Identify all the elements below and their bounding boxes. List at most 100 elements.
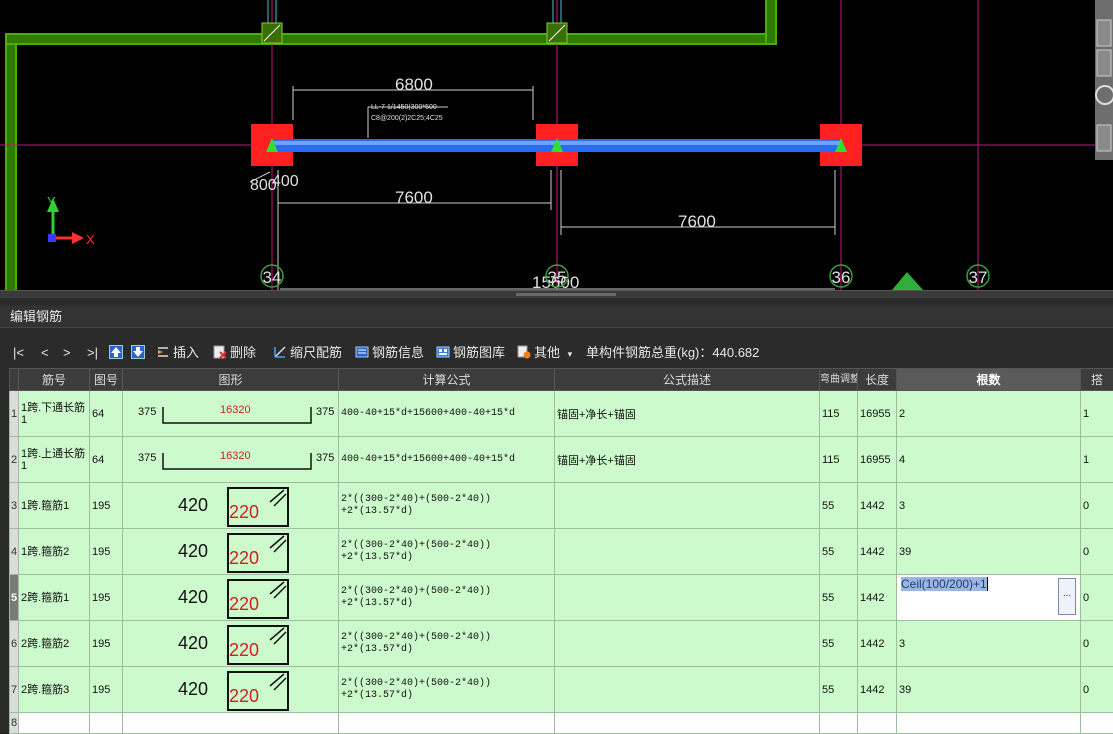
bend-adjust-cell[interactable]: 55	[820, 621, 858, 667]
header-count[interactable]: 根数	[897, 369, 1081, 391]
bend-adjust-cell[interactable]: 55	[820, 667, 858, 713]
length-cell[interactable]: 1442	[858, 667, 897, 713]
figure-no-cell[interactable]: 64	[90, 391, 123, 437]
empty-cell[interactable]	[90, 713, 123, 734]
bar-name-cell[interactable]: 2跨.箍筋2	[19, 621, 90, 667]
description-cell[interactable]: 锚固+净长+锚固	[555, 437, 820, 483]
description-cell[interactable]: 锚固+净长+锚固	[555, 391, 820, 437]
bend-adjust-cell[interactable]: 55	[820, 483, 858, 529]
table-row[interactable]: 4 1跨.箍筋2 195 420 220 2*((300-2*40)+(500-…	[10, 529, 1113, 575]
figure-no-cell[interactable]: 195	[90, 667, 123, 713]
formula-cell[interactable]: 2*((300-2*40)+(500-2*40)) +2*(13.57*d)	[339, 575, 555, 621]
bar-name-cell[interactable]: 2跨.箍筋3	[19, 667, 90, 713]
formula-cell[interactable]: 400-40+15*d+15600+400-40+15*d	[339, 437, 555, 483]
move-up-button[interactable]	[109, 343, 126, 363]
empty-cell[interactable]	[1081, 713, 1113, 734]
description-cell[interactable]	[555, 621, 820, 667]
description-cell[interactable]	[555, 529, 820, 575]
empty-cell[interactable]	[123, 713, 339, 734]
last-record-button[interactable]: >|	[87, 343, 98, 363]
formula-cell[interactable]: 400-40+15*d+15600+400-40+15*d	[339, 391, 555, 437]
lap-cell[interactable]: 0	[1081, 529, 1113, 575]
figure-no-cell[interactable]: 195	[90, 529, 123, 575]
row-number[interactable]: 1	[10, 391, 19, 437]
empty-cell[interactable]	[339, 713, 555, 734]
next-record-button[interactable]: >	[63, 343, 71, 363]
header-formula[interactable]: 计算公式	[339, 369, 555, 391]
row-number[interactable]: 8	[10, 713, 19, 734]
count-cell[interactable]: 3	[897, 621, 1081, 667]
lap-cell[interactable]: 0	[1081, 621, 1113, 667]
row-number[interactable]: 6	[10, 621, 19, 667]
table-row[interactable]: 2 1跨.上通长筋1 64 375 16320 375 400-40+15*d+…	[10, 437, 1113, 483]
header-shape[interactable]: 图形	[123, 369, 339, 391]
lap-cell[interactable]: 0	[1081, 667, 1113, 713]
bend-adjust-cell[interactable]: 55	[820, 575, 858, 621]
lap-cell[interactable]: 1	[1081, 391, 1113, 437]
row-number[interactable]: 5	[10, 575, 19, 621]
figure-no-cell[interactable]: 195	[90, 483, 123, 529]
length-cell[interactable]: 1442	[858, 621, 897, 667]
table-row[interactable]: 1 1跨.下通长筋1 64 375 16320 375 400-40+15*d+…	[10, 391, 1113, 437]
count-cell[interactable]: 39	[897, 529, 1081, 575]
description-cell[interactable]	[555, 483, 820, 529]
rebar-info-button[interactable]: 钢筋信息	[355, 343, 424, 363]
lap-cell[interactable]: 0	[1081, 483, 1113, 529]
view-cube-toolbar[interactable]	[1095, 0, 1113, 160]
length-cell[interactable]: 1442	[858, 529, 897, 575]
empty-cell[interactable]	[820, 713, 858, 734]
shape-cell[interactable]: 375 16320 375	[123, 437, 339, 483]
formula-cell[interactable]: 2*((300-2*40)+(500-2*40)) +2*(13.57*d)	[339, 621, 555, 667]
bar-name-cell[interactable]: 1跨.箍筋2	[19, 529, 90, 575]
bar-name-cell[interactable]: 2跨.箍筋1	[19, 575, 90, 621]
bend-adjust-cell[interactable]: 115	[820, 391, 858, 437]
empty-cell[interactable]	[858, 713, 897, 734]
header-description[interactable]: 公式描述	[555, 369, 820, 391]
description-cell[interactable]	[555, 575, 820, 621]
scale-rebar-button[interactable]: 缩尺配筋	[273, 343, 342, 363]
header-lap[interactable]: 搭	[1081, 369, 1113, 391]
header-bend-adjust[interactable]: 弯曲调整	[820, 369, 858, 391]
row-number[interactable]: 4	[10, 529, 19, 575]
row-number[interactable]: 3	[10, 483, 19, 529]
lap-cell[interactable]: 0	[1081, 575, 1113, 621]
count-cell[interactable]: 39	[897, 667, 1081, 713]
count-cell-editing[interactable]: Ceil(100/200)+1 ...	[897, 575, 1081, 621]
bar-name-cell[interactable]: 1跨.下通长筋1	[19, 391, 90, 437]
insert-button[interactable]: 插入	[156, 343, 199, 363]
figure-no-cell[interactable]: 64	[90, 437, 123, 483]
count-cell[interactable]: 4	[897, 437, 1081, 483]
row-number[interactable]: 7	[10, 667, 19, 713]
length-cell[interactable]: 1442	[858, 483, 897, 529]
cad-canvas[interactable]: 6800 800 400 7600 7600 15600 LL-7 1/1450…	[0, 0, 1113, 290]
figure-no-cell[interactable]: 195	[90, 621, 123, 667]
figure-no-cell[interactable]: 195	[90, 575, 123, 621]
move-down-button[interactable]	[131, 343, 148, 363]
formula-edit-button[interactable]: ...	[1058, 578, 1076, 615]
shape-cell[interactable]: 420 220	[123, 575, 339, 621]
lap-cell[interactable]: 1	[1081, 437, 1113, 483]
table-row-empty[interactable]: 8	[10, 713, 1113, 734]
count-cell[interactable]: 2	[897, 391, 1081, 437]
prev-record-button[interactable]: <	[41, 343, 49, 363]
table-row[interactable]: 3 1跨.箍筋1 195 420 220 2*((300-2*40)+(500-…	[10, 483, 1113, 529]
bar-name-cell[interactable]: 1跨.箍筋1	[19, 483, 90, 529]
bend-adjust-cell[interactable]: 115	[820, 437, 858, 483]
header-length[interactable]: 长度	[858, 369, 897, 391]
count-cell[interactable]: 3	[897, 483, 1081, 529]
empty-cell[interactable]	[19, 713, 90, 734]
length-cell[interactable]: 1442	[858, 575, 897, 621]
formula-cell[interactable]: 2*((300-2*40)+(500-2*40)) +2*(13.57*d)	[339, 667, 555, 713]
table-row[interactable]: 7 2跨.箍筋3 195 420 220 2*((300-2*40)+(500-…	[10, 667, 1113, 713]
empty-cell[interactable]	[897, 713, 1081, 734]
shape-cell[interactable]: 420 220	[123, 483, 339, 529]
length-cell[interactable]: 16955	[858, 391, 897, 437]
row-number[interactable]: 2	[10, 437, 19, 483]
shape-cell[interactable]: 420 220	[123, 667, 339, 713]
shape-cell[interactable]: 375 16320 375	[123, 391, 339, 437]
collapse-arrow-icon[interactable]	[892, 272, 923, 290]
shape-cell[interactable]: 420 220	[123, 621, 339, 667]
count-input[interactable]: Ceil(100/200)+1	[901, 577, 987, 591]
table-row[interactable]: 6 2跨.箍筋2 195 420 220 2*((300-2*40)+(500-…	[10, 621, 1113, 667]
table-row[interactable]: 5 2跨.箍筋1 195 420 220 2*((300-2*40)+(500-…	[10, 575, 1113, 621]
